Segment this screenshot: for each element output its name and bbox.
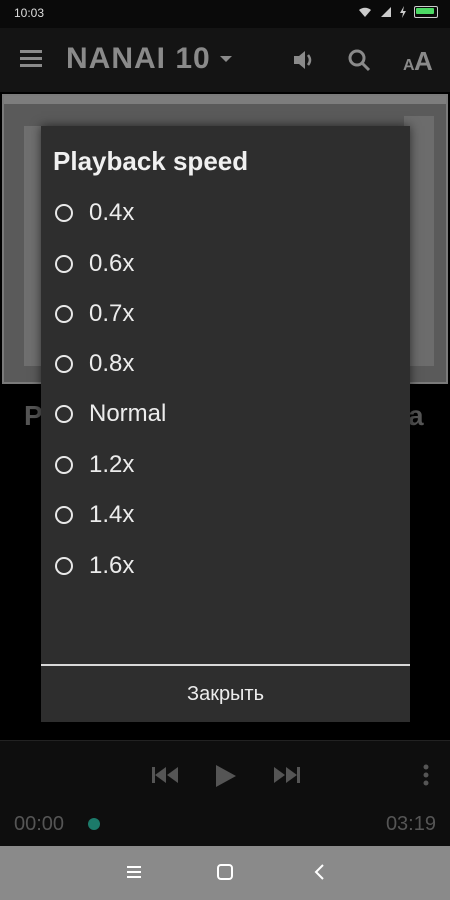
- battery-icon: [414, 6, 438, 18]
- option-label: 1.6x: [89, 552, 135, 579]
- option-label: 0.8x: [89, 350, 135, 377]
- radio-button[interactable]: [55, 506, 73, 524]
- signal-icon: [381, 7, 391, 17]
- option-label: 1.2x: [89, 451, 135, 478]
- svg-text:A: A: [414, 46, 433, 74]
- system-nav-bar: [0, 846, 450, 900]
- speed-option[interactable]: 0.7x: [55, 294, 134, 334]
- book-title[interactable]: NANAI 10: [66, 42, 211, 76]
- chapter-title-left: P: [24, 400, 43, 431]
- fast-forward-icon[interactable]: [270, 763, 302, 787]
- speed-option[interactable]: 1.2x: [55, 445, 134, 485]
- charging-icon: [400, 6, 406, 18]
- recent-apps-icon[interactable]: [122, 860, 146, 884]
- menu-icon[interactable]: [20, 50, 42, 68]
- radio-button[interactable]: [55, 305, 73, 323]
- search-icon[interactable]: [345, 46, 373, 74]
- chapter-title-right: a: [408, 400, 424, 431]
- wifi-icon: [359, 7, 371, 17]
- play-icon[interactable]: [212, 763, 238, 789]
- chevron-down-icon[interactable]: [220, 56, 232, 62]
- speed-option[interactable]: 1.4x: [55, 495, 134, 535]
- total-duration: 03:19: [385, 813, 436, 835]
- speed-option[interactable]: 0.6x: [55, 244, 134, 284]
- audio-player: 00:00 03:19: [0, 740, 450, 847]
- speed-option[interactable]: Normal: [55, 394, 166, 434]
- radio-button[interactable]: [55, 355, 73, 373]
- app-toolbar: NANAI 10 A A: [0, 28, 450, 92]
- radio-button[interactable]: [55, 204, 73, 222]
- more-options-icon[interactable]: [422, 763, 430, 787]
- status-time: 10:03: [14, 6, 45, 20]
- status-bar: 10:03: [0, 0, 450, 28]
- speed-option[interactable]: 0.4x: [55, 193, 134, 233]
- speed-option[interactable]: 1.6x: [55, 546, 134, 586]
- option-label: 0.4x: [89, 199, 135, 226]
- back-icon[interactable]: [308, 860, 332, 884]
- radio-button[interactable]: [55, 456, 73, 474]
- home-icon[interactable]: [213, 860, 237, 884]
- rewind-icon[interactable]: [150, 763, 182, 787]
- option-label: 0.7x: [89, 300, 135, 327]
- seek-handle[interactable]: [88, 818, 100, 830]
- status-icons: [358, 6, 438, 18]
- option-label: Normal: [89, 400, 167, 427]
- speed-option[interactable]: 0.8x: [55, 344, 134, 384]
- option-label: 1.4x: [89, 501, 135, 528]
- close-button[interactable]: Закрыть: [41, 666, 410, 722]
- dialog-title: Playback speed: [53, 146, 249, 176]
- radio-button[interactable]: [55, 405, 73, 423]
- volume-icon[interactable]: [290, 46, 318, 74]
- radio-button[interactable]: [55, 557, 73, 575]
- elapsed-time: 00:00: [14, 813, 65, 835]
- option-label: 0.6x: [89, 250, 135, 277]
- font-size-icon[interactable]: A A: [402, 46, 436, 74]
- radio-button[interactable]: [55, 255, 73, 273]
- playback-speed-dialog: Playback speed 0.4x 0.6x 0.7x 0.8x Norma…: [41, 126, 410, 722]
